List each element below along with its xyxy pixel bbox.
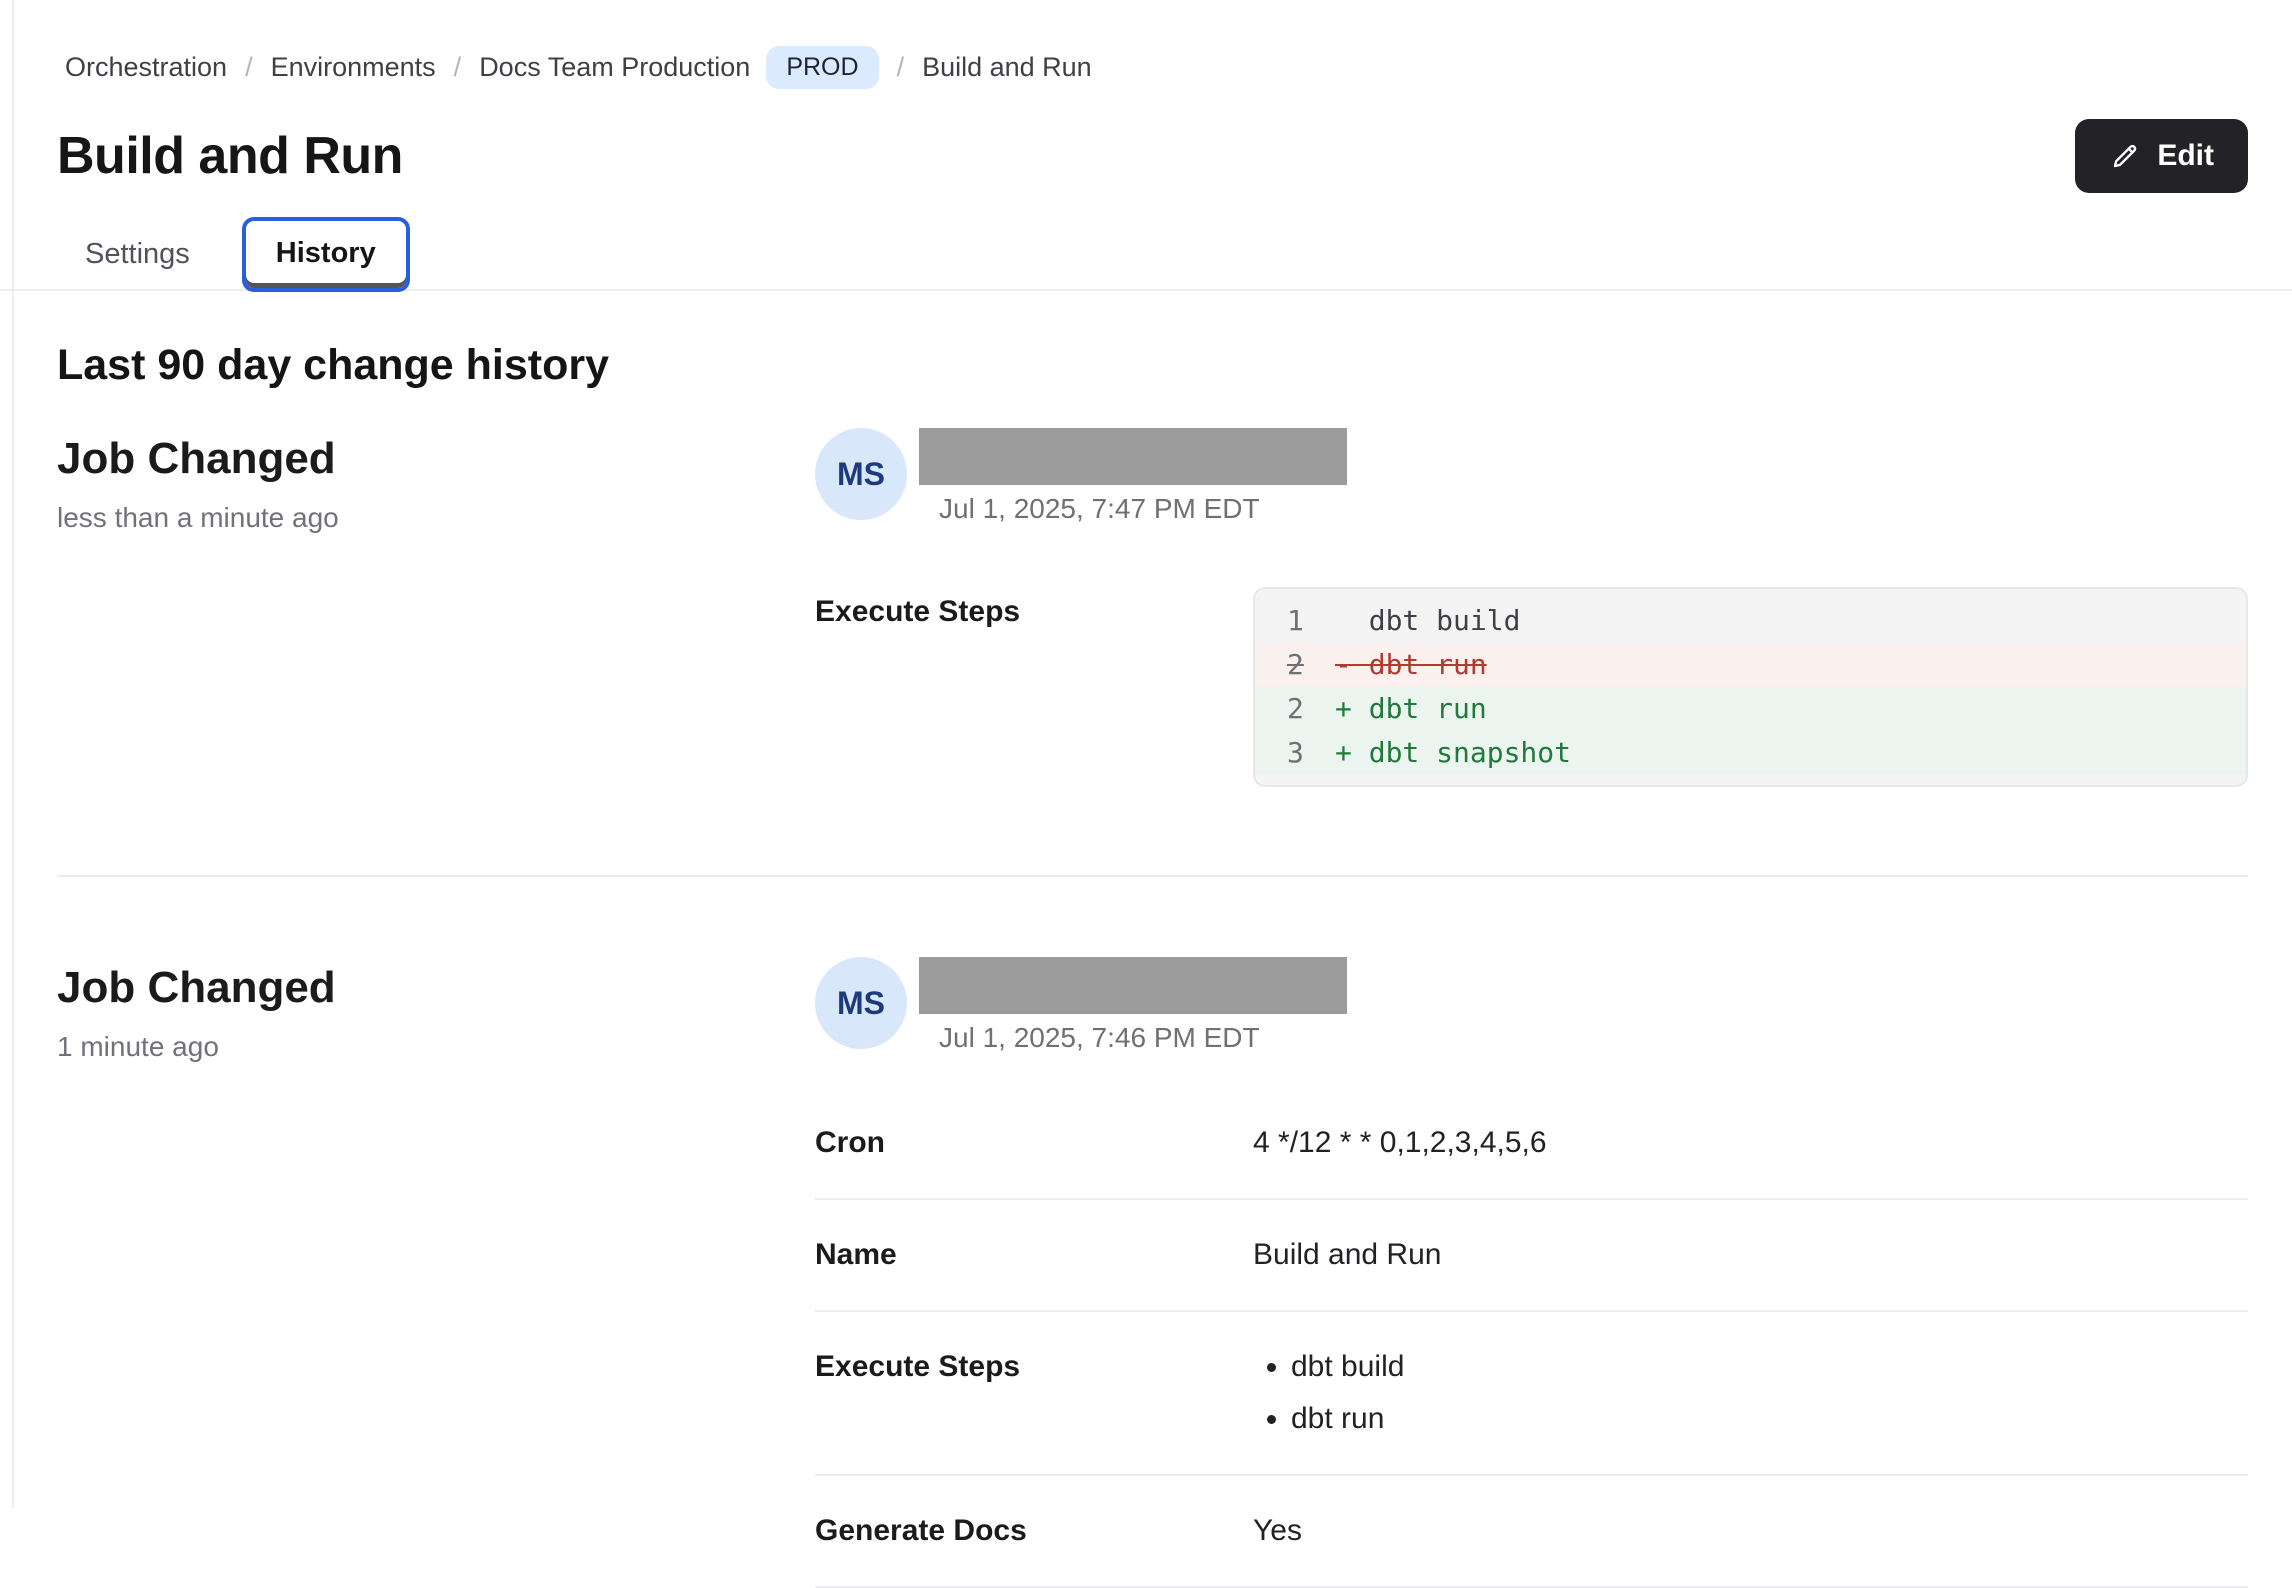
execute-steps-list: dbt build dbt run (1253, 1350, 1404, 1436)
diff-line-number: 2 (1287, 643, 1335, 687)
tab-history[interactable]: History (242, 217, 410, 292)
author-info: Jul 1, 2025, 7:47 PM EDT (919, 428, 1347, 525)
breadcrumb-separator: / (454, 52, 462, 83)
diff-line-code: - dbt run (1335, 643, 1487, 687)
entry-author-meta: MS Jul 1, 2025, 7:46 PM EDT (815, 957, 2248, 1054)
change-value: Build and Run (1253, 1238, 1441, 1272)
change-row-execute-steps: Execute Steps dbt build dbt run (815, 1312, 2248, 1476)
tab-settings[interactable]: Settings (57, 220, 218, 289)
edit-button[interactable]: Edit (2075, 119, 2248, 193)
entry-details: MS Jul 1, 2025, 7:47 PM EDT Execute Step… (815, 428, 2248, 787)
entry-summary: Job Changed less than a minute ago (57, 428, 815, 787)
diff-line-number: 2 (1287, 687, 1335, 731)
author-info: Jul 1, 2025, 7:46 PM EDT (919, 957, 1347, 1054)
entry-divider (57, 875, 2248, 877)
change-label: Generate Docs (815, 1514, 1253, 1548)
diff-line-context: 1 dbt build (1255, 599, 2246, 643)
change-row-name: Name Build and Run (815, 1200, 2248, 1312)
execute-step-item: dbt run (1291, 1402, 1404, 1436)
diff-line-number: 1 (1287, 599, 1335, 643)
diff-line-code: dbt build (1335, 599, 1520, 643)
event-timestamp: Jul 1, 2025, 7:47 PM EDT (939, 493, 1347, 525)
change-row-cron: Cron 4 */12 * * 0,1,2,3,4,5,6 (815, 1088, 2248, 1200)
diff-line-removed: 2 - dbt run (1255, 643, 2246, 687)
diff-line-number: 3 (1287, 731, 1335, 775)
diff-line-added: 2 + dbt run (1255, 687, 2246, 731)
tab-bar: Settings History (0, 217, 2292, 291)
breadcrumb: Orchestration / Environments / Docs Team… (65, 0, 2248, 89)
change-value: 4 */12 * * 0,1,2,3,4,5,6 (1253, 1126, 1547, 1160)
event-title: Job Changed (57, 428, 815, 484)
page-title: Build and Run (57, 126, 403, 186)
avatar: MS (815, 428, 907, 520)
change-row-execute-steps: Execute Steps 1 dbt build 2 - dbt run (815, 587, 2248, 787)
change-label: Execute Steps (815, 587, 1253, 629)
redacted-user-name (919, 428, 1347, 485)
diff-line-code: + dbt run (1335, 687, 1487, 731)
edit-button-label: Edit (2157, 139, 2214, 173)
event-title: Job Changed (57, 957, 815, 1013)
entry-author-meta: MS Jul 1, 2025, 7:47 PM EDT (815, 428, 2248, 525)
change-label: Name (815, 1238, 1253, 1272)
event-timestamp: Jul 1, 2025, 7:46 PM EDT (939, 1022, 1347, 1054)
page-header: Build and Run Edit (57, 119, 2248, 193)
change-label: Cron (815, 1126, 1253, 1160)
build-and-run-history-page: Orchestration / Environments / Docs Team… (0, 0, 2292, 1588)
change-label: Execute Steps (815, 1350, 1253, 1384)
execute-step-item: dbt build (1291, 1350, 1404, 1384)
execute-steps-diff-block: 1 dbt build 2 - dbt run 2 + dbt run (1253, 587, 2248, 787)
diff-line-added: 3 + dbt snapshot (1255, 731, 2246, 775)
change-value: Yes (1253, 1514, 1302, 1548)
entry-summary: Job Changed 1 minute ago (57, 957, 815, 1588)
history-entry: Job Changed less than a minute ago MS Ju… (57, 428, 2248, 787)
changed-fields: Cron 4 */12 * * 0,1,2,3,4,5,6 Name Build… (815, 1088, 2248, 1588)
change-history-list: Job Changed less than a minute ago MS Ju… (57, 428, 2248, 1588)
event-relative-time: 1 minute ago (57, 1031, 815, 1063)
change-history-heading: Last 90 day change history (57, 341, 2248, 390)
change-row-generate-docs: Generate Docs Yes (815, 1476, 2248, 1588)
history-entry: Job Changed 1 minute ago MS Jul 1, 2025,… (57, 915, 2248, 1588)
changed-fields: Execute Steps 1 dbt build 2 - dbt run (815, 587, 2248, 787)
change-value: dbt build dbt run (1253, 1350, 1404, 1436)
event-relative-time: less than a minute ago (57, 502, 815, 534)
entry-details: MS Jul 1, 2025, 7:46 PM EDT Cron 4 */12 … (815, 957, 2248, 1588)
breadcrumb-separator: / (897, 52, 905, 83)
pencil-icon (2109, 140, 2141, 172)
breadcrumb-separator: / (245, 52, 253, 83)
diff-line-code: + dbt snapshot (1335, 731, 1571, 775)
redacted-user-name (919, 957, 1347, 1014)
breadcrumb-item-docs-team-production[interactable]: Docs Team Production (479, 52, 750, 83)
breadcrumb-item-orchestration[interactable]: Orchestration (65, 52, 227, 83)
environment-badge-prod: PROD (766, 46, 878, 89)
avatar: MS (815, 957, 907, 1049)
breadcrumb-item-build-and-run: Build and Run (922, 52, 1092, 83)
breadcrumb-item-environments[interactable]: Environments (271, 52, 436, 83)
